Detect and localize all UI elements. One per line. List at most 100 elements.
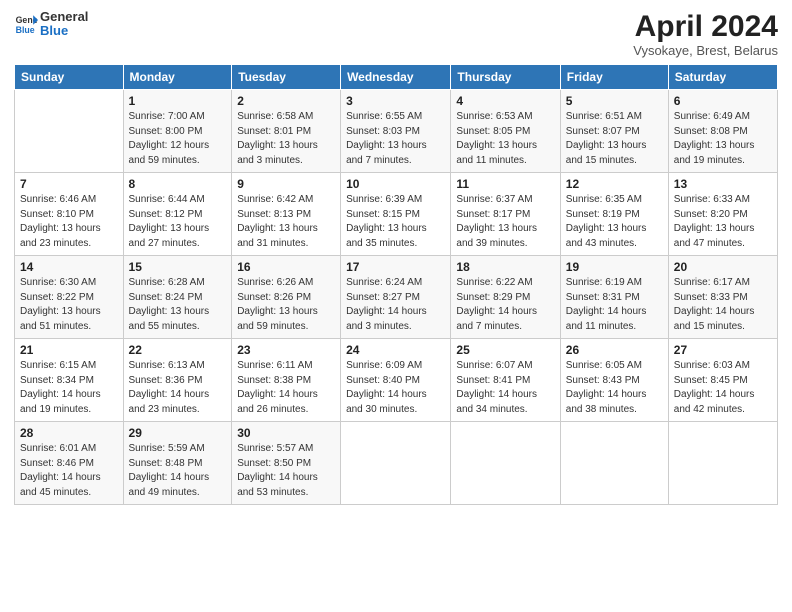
calendar-cell: 13 Sunrise: 6:33 AMSunset: 8:20 PMDayligh… xyxy=(668,173,777,256)
day-info: Sunrise: 6:09 AMSunset: 8:40 PMDaylight:… xyxy=(346,359,445,417)
day-info: Sunrise: 6:24 AMSunset: 8:27 PMDaylight:… xyxy=(346,276,445,334)
day-number: 1 xyxy=(129,94,227,108)
subtitle: Vysokaye, Brest, Belarus xyxy=(633,43,778,58)
calendar-week-2: 7 Sunrise: 6:46 AMSunset: 8:10 PMDaylight… xyxy=(15,173,778,256)
calendar-cell: 15Sunrise: 6:28 AMSunset: 8:24 PMDayligh… xyxy=(123,256,232,339)
calendar-cell xyxy=(15,90,124,173)
day-number: 15 xyxy=(129,260,227,274)
calendar-cell: 17 Sunrise: 6:24 AMSunset: 8:27 PMDayligh… xyxy=(341,256,451,339)
calendar-week-3: 14 Sunrise: 6:30 AMSunset: 8:22 PMDayligh… xyxy=(15,256,778,339)
calendar-cell: 20 Sunrise: 6:17 AMSunset: 8:33 PMDayligh… xyxy=(668,256,777,339)
day-info: Sunrise: 6:30 AMSunset: 8:22 PMDaylight:… xyxy=(20,276,118,334)
day-number: 26 xyxy=(566,343,663,357)
day-info: Sunrise: 5:59 AMSunset: 8:48 PMDaylight:… xyxy=(129,442,227,500)
calendar-cell: 27Sunrise: 6:03 AMSunset: 8:45 PMDayligh… xyxy=(668,339,777,422)
day-number: 20 xyxy=(674,260,772,274)
day-info: Sunrise: 6:55 AMSunset: 8:03 PMDaylight:… xyxy=(346,110,445,168)
calendar-cell: 6 Sunrise: 6:49 AMSunset: 8:08 PMDaylight… xyxy=(668,90,777,173)
calendar-week-4: 21 Sunrise: 6:15 AMSunset: 8:34 PMDayligh… xyxy=(15,339,778,422)
day-info: Sunrise: 6:33 AMSunset: 8:20 PMDaylight:… xyxy=(674,193,772,251)
day-info: Sunrise: 6:53 AMSunset: 8:05 PMDaylight:… xyxy=(456,110,554,168)
day-number: 16 xyxy=(237,260,335,274)
calendar-cell: 24 Sunrise: 6:09 AMSunset: 8:40 PMDayligh… xyxy=(341,339,451,422)
day-number: 24 xyxy=(346,343,445,357)
calendar-cell: 11Sunrise: 6:37 AMSunset: 8:17 PMDayligh… xyxy=(451,173,560,256)
svg-text:Blue: Blue xyxy=(16,25,35,35)
header: General Blue General Blue April 2024 Vys… xyxy=(14,10,778,58)
calendar-cell xyxy=(451,422,560,505)
day-number: 7 xyxy=(20,177,118,191)
day-info: Sunrise: 6:11 AMSunset: 8:38 PMDaylight:… xyxy=(237,359,335,417)
day-number: 12 xyxy=(566,177,663,191)
calendar-cell: 7 Sunrise: 6:46 AMSunset: 8:10 PMDaylight… xyxy=(15,173,124,256)
day-number: 17 xyxy=(346,260,445,274)
day-number: 6 xyxy=(674,94,772,108)
day-number: 22 xyxy=(129,343,227,357)
day-info: Sunrise: 6:49 AMSunset: 8:08 PMDaylight:… xyxy=(674,110,772,168)
day-number: 5 xyxy=(566,94,663,108)
weekday-header-monday: Monday xyxy=(123,65,232,90)
day-number: 21 xyxy=(20,343,118,357)
title-block: April 2024 Vysokaye, Brest, Belarus xyxy=(633,10,778,58)
day-info: Sunrise: 6:22 AMSunset: 8:29 PMDaylight:… xyxy=(456,276,554,334)
day-info: Sunrise: 6:37 AMSunset: 8:17 PMDaylight:… xyxy=(456,193,554,251)
page-title: April 2024 xyxy=(633,10,778,43)
calendar-cell: 16Sunrise: 6:26 AMSunset: 8:26 PMDayligh… xyxy=(232,256,341,339)
day-number: 2 xyxy=(237,94,335,108)
day-number: 4 xyxy=(456,94,554,108)
calendar-cell: 10Sunrise: 6:39 AMSunset: 8:15 PMDayligh… xyxy=(341,173,451,256)
day-number: 14 xyxy=(20,260,118,274)
day-info: Sunrise: 6:51 AMSunset: 8:07 PMDaylight:… xyxy=(566,110,663,168)
day-info: Sunrise: 6:01 AMSunset: 8:46 PMDaylight:… xyxy=(20,442,118,500)
calendar-body: 1 Sunrise: 7:00 AMSunset: 8:00 PMDaylight… xyxy=(15,90,778,505)
day-number: 9 xyxy=(237,177,335,191)
logo-general: General xyxy=(40,10,88,24)
calendar-cell: 1 Sunrise: 7:00 AMSunset: 8:00 PMDaylight… xyxy=(123,90,232,173)
weekday-header-sunday: Sunday xyxy=(15,65,124,90)
day-info: Sunrise: 6:07 AMSunset: 8:41 PMDaylight:… xyxy=(456,359,554,417)
day-number: 29 xyxy=(129,426,227,440)
calendar-cell: 12 Sunrise: 6:35 AMSunset: 8:19 PMDayligh… xyxy=(560,173,668,256)
day-info: Sunrise: 6:17 AMSunset: 8:33 PMDaylight:… xyxy=(674,276,772,334)
calendar-cell: 8 Sunrise: 6:44 AMSunset: 8:12 PMDaylight… xyxy=(123,173,232,256)
day-info: Sunrise: 6:19 AMSunset: 8:31 PMDaylight:… xyxy=(566,276,663,334)
logo: General Blue General Blue xyxy=(14,10,88,39)
day-info: Sunrise: 6:44 AMSunset: 8:12 PMDaylight:… xyxy=(129,193,227,251)
calendar-cell: 2 Sunrise: 6:58 AMSunset: 8:01 PMDaylight… xyxy=(232,90,341,173)
calendar-cell: 14 Sunrise: 6:30 AMSunset: 8:22 PMDayligh… xyxy=(15,256,124,339)
calendar-cell: 3Sunrise: 6:55 AMSunset: 8:03 PMDaylight… xyxy=(341,90,451,173)
day-info: Sunrise: 6:13 AMSunset: 8:36 PMDaylight:… xyxy=(129,359,227,417)
calendar-cell: 19 Sunrise: 6:19 AMSunset: 8:31 PMDayligh… xyxy=(560,256,668,339)
calendar-cell: 23 Sunrise: 6:11 AMSunset: 8:38 PMDayligh… xyxy=(232,339,341,422)
day-number: 18 xyxy=(456,260,554,274)
calendar-table: SundayMondayTuesdayWednesdayThursdayFrid… xyxy=(14,64,778,505)
calendar-cell: 28Sunrise: 6:01 AMSunset: 8:46 PMDayligh… xyxy=(15,422,124,505)
calendar-cell: 22 Sunrise: 6:13 AMSunset: 8:36 PMDayligh… xyxy=(123,339,232,422)
calendar-cell: 5 Sunrise: 6:51 AMSunset: 8:07 PMDaylight… xyxy=(560,90,668,173)
day-number: 13 xyxy=(674,177,772,191)
calendar-page: General Blue General Blue April 2024 Vys… xyxy=(0,0,792,612)
weekday-header-thursday: Thursday xyxy=(451,65,560,90)
logo-blue: Blue xyxy=(40,24,88,38)
calendar-week-1: 1 Sunrise: 7:00 AMSunset: 8:00 PMDaylight… xyxy=(15,90,778,173)
calendar-cell: 18 Sunrise: 6:22 AMSunset: 8:29 PMDayligh… xyxy=(451,256,560,339)
weekday-header-saturday: Saturday xyxy=(668,65,777,90)
day-info: Sunrise: 6:58 AMSunset: 8:01 PMDaylight:… xyxy=(237,110,335,168)
day-info: Sunrise: 7:00 AMSunset: 8:00 PMDaylight:… xyxy=(129,110,227,168)
day-info: Sunrise: 6:46 AMSunset: 8:10 PMDaylight:… xyxy=(20,193,118,251)
logo-icon: General Blue xyxy=(14,12,38,36)
day-number: 19 xyxy=(566,260,663,274)
day-info: Sunrise: 6:35 AMSunset: 8:19 PMDaylight:… xyxy=(566,193,663,251)
day-info: Sunrise: 6:15 AMSunset: 8:34 PMDaylight:… xyxy=(20,359,118,417)
weekday-header-row: SundayMondayTuesdayWednesdayThursdayFrid… xyxy=(15,65,778,90)
weekday-header-friday: Friday xyxy=(560,65,668,90)
day-number: 10 xyxy=(346,177,445,191)
day-number: 27 xyxy=(674,343,772,357)
calendar-week-5: 28Sunrise: 6:01 AMSunset: 8:46 PMDayligh… xyxy=(15,422,778,505)
day-info: Sunrise: 6:42 AMSunset: 8:13 PMDaylight:… xyxy=(237,193,335,251)
calendar-cell: 25Sunrise: 6:07 AMSunset: 8:41 PMDayligh… xyxy=(451,339,560,422)
calendar-cell xyxy=(668,422,777,505)
day-number: 23 xyxy=(237,343,335,357)
day-number: 8 xyxy=(129,177,227,191)
calendar-cell xyxy=(560,422,668,505)
